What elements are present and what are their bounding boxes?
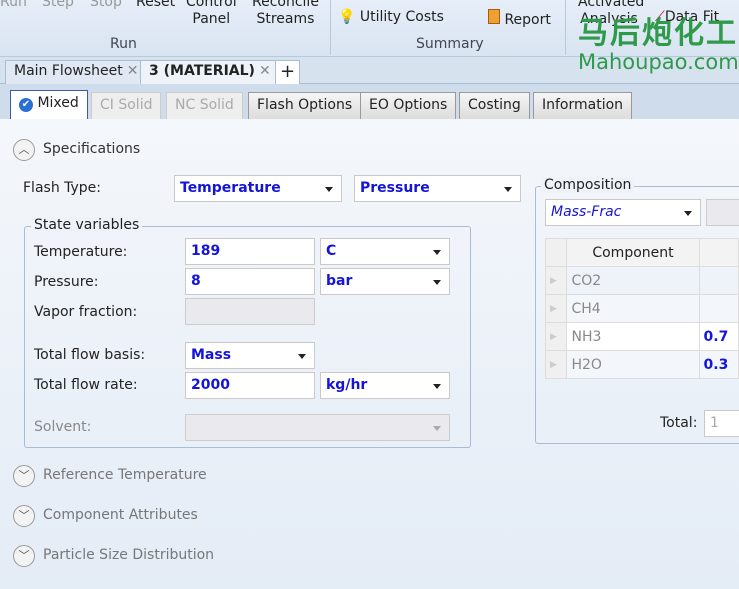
check-icon: ✔	[19, 98, 33, 112]
total-value: 1	[704, 410, 739, 437]
utility-costs-button[interactable]: 💡 Utility Costs	[338, 9, 444, 26]
flash-type-1-dropdown[interactable]: Temperature	[174, 175, 342, 202]
table-row[interactable]: ▶ NH3 0.7	[544, 322, 739, 351]
table-row[interactable]: ▶ CO2	[544, 266, 739, 295]
tab-3-material[interactable]: 3 (MATERIAL) ✕	[140, 60, 280, 84]
section-title: Component Attributes	[43, 507, 198, 523]
stop-button[interactable]: Stop	[90, 0, 122, 11]
component-name: CO2	[566, 266, 700, 295]
component-attributes-section-toggle[interactable]: ﹀ Component Attributes	[13, 505, 198, 527]
pressure-unit-dropdown[interactable]: bar	[320, 268, 450, 295]
state-variables-title: State variables	[31, 217, 143, 233]
temperature-unit-dropdown[interactable]: C	[320, 238, 450, 265]
chevron-up-icon: ︿	[13, 139, 35, 161]
vapor-fraction-input[interactable]	[185, 298, 315, 325]
composition-title: Composition	[541, 177, 635, 193]
solvent-label: Solvent:	[34, 419, 92, 435]
composition-table: Component ▶ CO2 ▶ CH4 ▶ NH3 0.7 ▶ H2O 0.3	[544, 238, 739, 379]
total-flow-rate-input[interactable]: 2000	[185, 372, 315, 399]
component-value[interactable]: 0.7	[698, 322, 739, 351]
tab-label: 3 (MATERIAL)	[149, 63, 255, 79]
table-row[interactable]: ▶ H2O 0.3	[544, 350, 739, 379]
table-row[interactable]: ▶ CH4	[544, 294, 739, 323]
solvent-dropdown[interactable]	[185, 414, 450, 441]
new-tab-plus-icon[interactable]: +	[275, 60, 301, 84]
section-title: Particle Size Distribution	[43, 547, 215, 563]
report-icon	[488, 9, 500, 24]
section-title: Reference Temperature	[43, 467, 207, 483]
tab-ci-solid[interactable]: CI Solid	[91, 92, 162, 119]
run-group-label: Run	[110, 36, 137, 52]
total-flow-basis-dropdown[interactable]: Mass	[185, 342, 315, 369]
component-name: H2O	[566, 350, 700, 379]
component-value[interactable]	[698, 266, 739, 295]
specifications-section-toggle[interactable]: ︿ Specifications	[13, 139, 140, 161]
component-name: CH4	[566, 294, 700, 323]
total-label: Total:	[660, 415, 698, 431]
tab-flash-options[interactable]: Flash Options	[248, 92, 362, 119]
watermark-site: Mahoupao.com	[578, 50, 739, 74]
tab-label: Mixed	[37, 95, 79, 111]
reconcile-streams-button[interactable]: Reconcile Streams	[252, 0, 319, 28]
tab-mixed[interactable]: ✔ Mixed	[10, 90, 88, 119]
chevron-down-icon: ﹀	[13, 505, 35, 527]
watermark-logo: 马后炮化工 Mahoupao.com	[520, 8, 739, 74]
tab-eo-options[interactable]: EO Options	[360, 92, 457, 119]
tab-label: Main Flowsheet	[14, 63, 123, 79]
tab-costing[interactable]: Costing	[459, 92, 530, 119]
summary-group-label: Summary	[416, 36, 484, 52]
tab-main-flowsheet[interactable]: Main Flowsheet ✕	[5, 60, 148, 84]
particle-size-section-toggle[interactable]: ﹀ Particle Size Distribution	[13, 545, 214, 567]
control-panel-button[interactable]: Control Panel	[186, 0, 237, 28]
reference-temperature-section-toggle[interactable]: ﹀ Reference Temperature	[13, 465, 207, 487]
total-flow-basis-label: Total flow basis:	[34, 347, 146, 363]
flash-type-2-dropdown[interactable]: Pressure	[354, 175, 521, 202]
temperature-input[interactable]: 189	[185, 238, 315, 265]
utility-costs-label: Utility Costs	[359, 9, 444, 25]
chevron-down-icon: ﹀	[13, 545, 35, 567]
close-icon[interactable]: ✕	[127, 63, 139, 79]
component-value[interactable]: 0.3	[698, 350, 739, 379]
tab-information[interactable]: Information	[533, 92, 633, 119]
tab-nc-solid[interactable]: NC Solid	[166, 92, 243, 119]
step-button[interactable]: Step	[42, 0, 74, 11]
chevron-down-icon: ﹀	[13, 465, 35, 487]
close-icon[interactable]: ✕	[259, 63, 271, 79]
form-tabs: ✔ Mixed CI Solid NC Solid Flash Options …	[0, 84, 739, 119]
watermark-chinese: 马后炮化工	[578, 16, 738, 51]
section-title: Specifications	[43, 141, 141, 157]
component-column-header: Component	[566, 238, 700, 267]
total-flow-rate-unit-dropdown[interactable]: kg/hr	[320, 372, 450, 399]
temperature-label: Temperature:	[34, 244, 128, 260]
component-value[interactable]	[698, 294, 739, 323]
run-button[interactable]: Run	[0, 0, 27, 11]
component-name: NH3	[566, 322, 700, 351]
lightbulb-icon: 💡	[338, 9, 356, 25]
flash-type-label: Flash Type:	[23, 180, 102, 196]
composition-basis-dropdown[interactable]: Mass-Frac	[545, 199, 701, 226]
pressure-input[interactable]: 8	[185, 268, 315, 295]
composition-secondary-field[interactable]	[706, 199, 739, 226]
pressure-label: Pressure:	[34, 274, 99, 290]
vapor-fraction-label: Vapor fraction:	[34, 304, 138, 320]
total-flow-rate-label: Total flow rate:	[34, 377, 138, 393]
reset-button[interactable]: Reset	[136, 0, 175, 11]
